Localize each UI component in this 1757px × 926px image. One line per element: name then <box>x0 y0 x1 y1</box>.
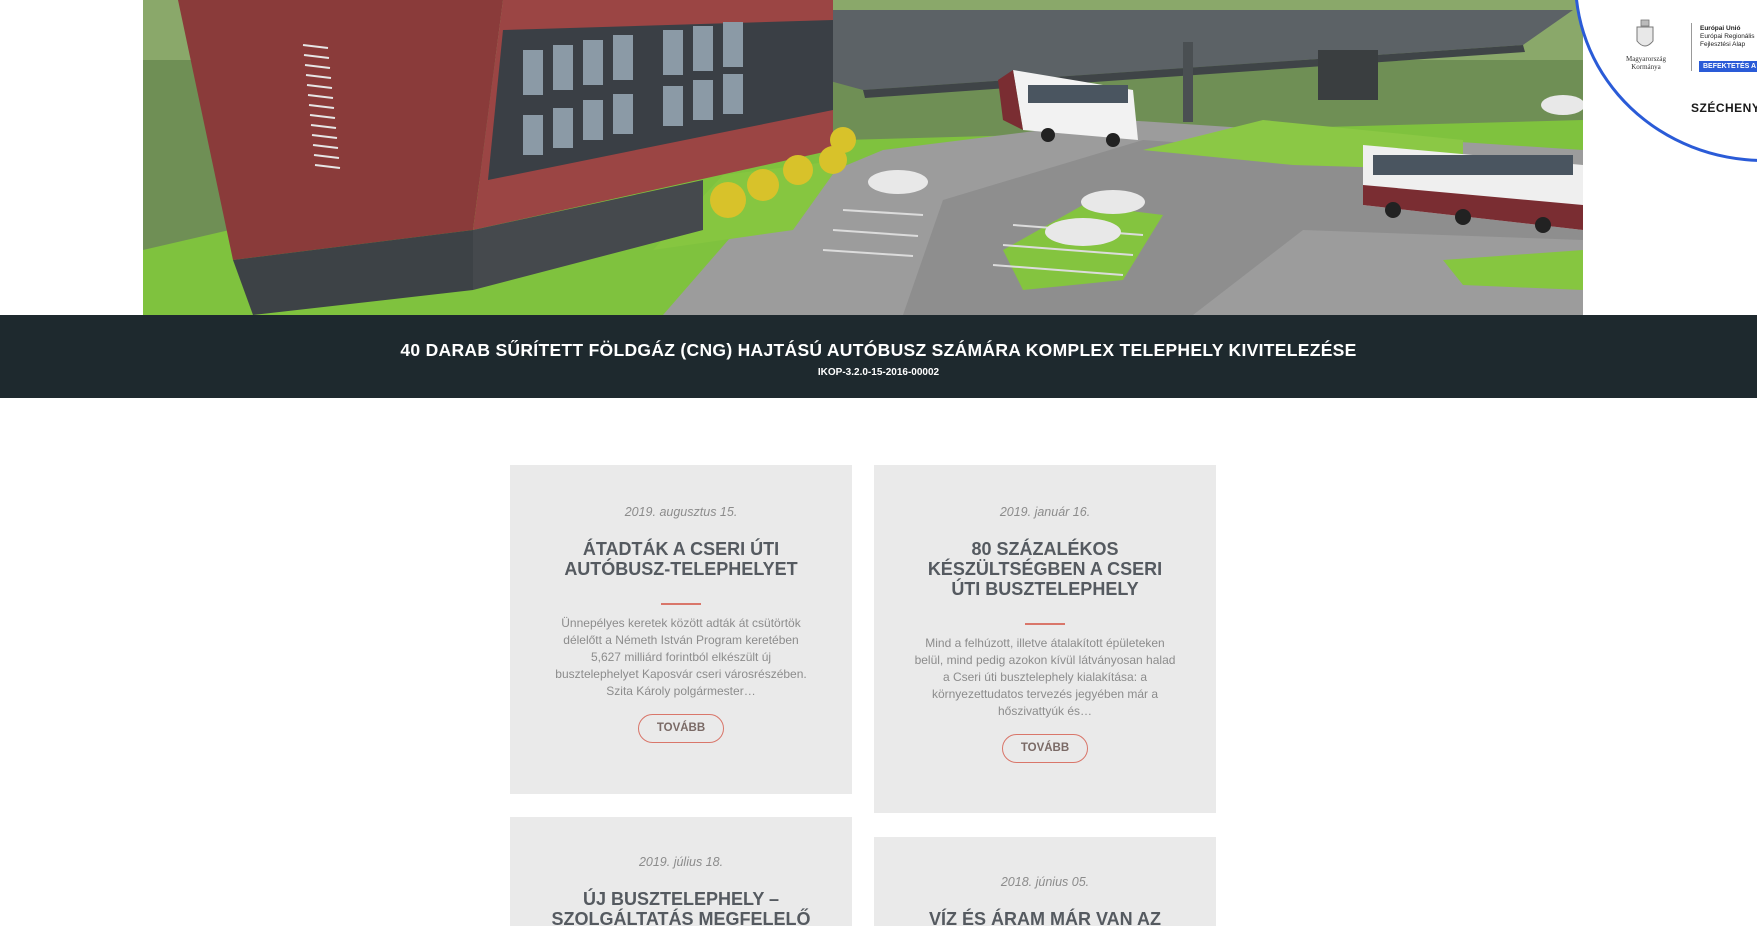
post-title[interactable]: ÁTADTÁK A CSERI ÚTI AUTÓBUSZ-TELEPHELYET <box>548 539 814 579</box>
eu-line-3: Fejlesztési Alap <box>1700 41 1746 48</box>
project-code: IKOP-3.2.0-15-2016-00002 <box>817 367 940 378</box>
hero-rendering-image <box>143 0 1583 315</box>
title-divider <box>661 603 701 605</box>
eu-fund-lines: Európai Unió Európai Regionális Fejleszt… <box>1700 25 1755 49</box>
post-title[interactable]: VÍZ ÉS ÁRAM MÁR VAN AZ <box>912 909 1178 926</box>
eu-line-2: Európai Regionális <box>1700 33 1755 40</box>
post-card-1: 2019. augusztus 15. ÁTADTÁK A CSERI ÚTI … <box>510 465 852 794</box>
post-card-3: 2019. július 18. ÚJ BUSZTELEPHELY – SZOL… <box>510 817 852 926</box>
post-card-4: 2018. június 05. VÍZ ÉS ÁRAM MÁR VAN AZ <box>874 837 1216 926</box>
post-date: 2019. augusztus 15. <box>624 505 738 519</box>
post-date: 2018. június 05. <box>1000 875 1090 889</box>
hungarian-crest-icon <box>1636 19 1654 47</box>
read-more-button[interactable]: TOVÁBB <box>637 714 725 743</box>
eu-funding-badge: Magyarország Kormánya Európai Unió Európ… <box>1574 0 1757 162</box>
title-divider <box>1025 623 1065 625</box>
read-more-button[interactable]: TOVÁBB <box>1001 734 1089 763</box>
project-title: 40 DARAB SŰRÍTETT FÖLDGÁZ (CNG) HAJTÁSÚ … <box>400 340 1357 360</box>
post-excerpt: Mind a felhúzott, illetve átalakított ép… <box>914 636 1176 718</box>
post-title[interactable]: ÚJ BUSZTELEPHELY – SZOLGÁLTATÁS MEGFELEL… <box>548 889 814 926</box>
post-date: 2019. július 18. <box>638 855 724 869</box>
szechenyi-logo-text: SZÉCHENYI <box>1691 101 1757 115</box>
post-excerpt: Ünnepélyes keretek között adták át csütö… <box>555 616 807 698</box>
post-title[interactable]: 80 SZÁZALÉKOS KÉSZÜLTSÉGBEN A CSERI ÚTI … <box>912 539 1178 599</box>
crest-caption: Magyarország Kormánya <box>1625 55 1667 71</box>
hero-banner: Magyarország Kormánya Európai Unió Európ… <box>0 0 1757 315</box>
eu-ribbon: BEFEKTETÉS A JÖ <box>1699 61 1757 72</box>
project-title-band: 40 DARAB SŰRÍTETT FÖLDGÁZ (CNG) HAJTÁSÚ … <box>0 315 1757 398</box>
post-card-2: 2019. január 16. 80 SZÁZALÉKOS KÉSZÜLTSÉ… <box>874 465 1216 813</box>
eu-line-1: Európai Unió <box>1700 25 1741 32</box>
badge-divider <box>1691 23 1692 71</box>
post-date: 2019. január 16. <box>999 505 1091 519</box>
